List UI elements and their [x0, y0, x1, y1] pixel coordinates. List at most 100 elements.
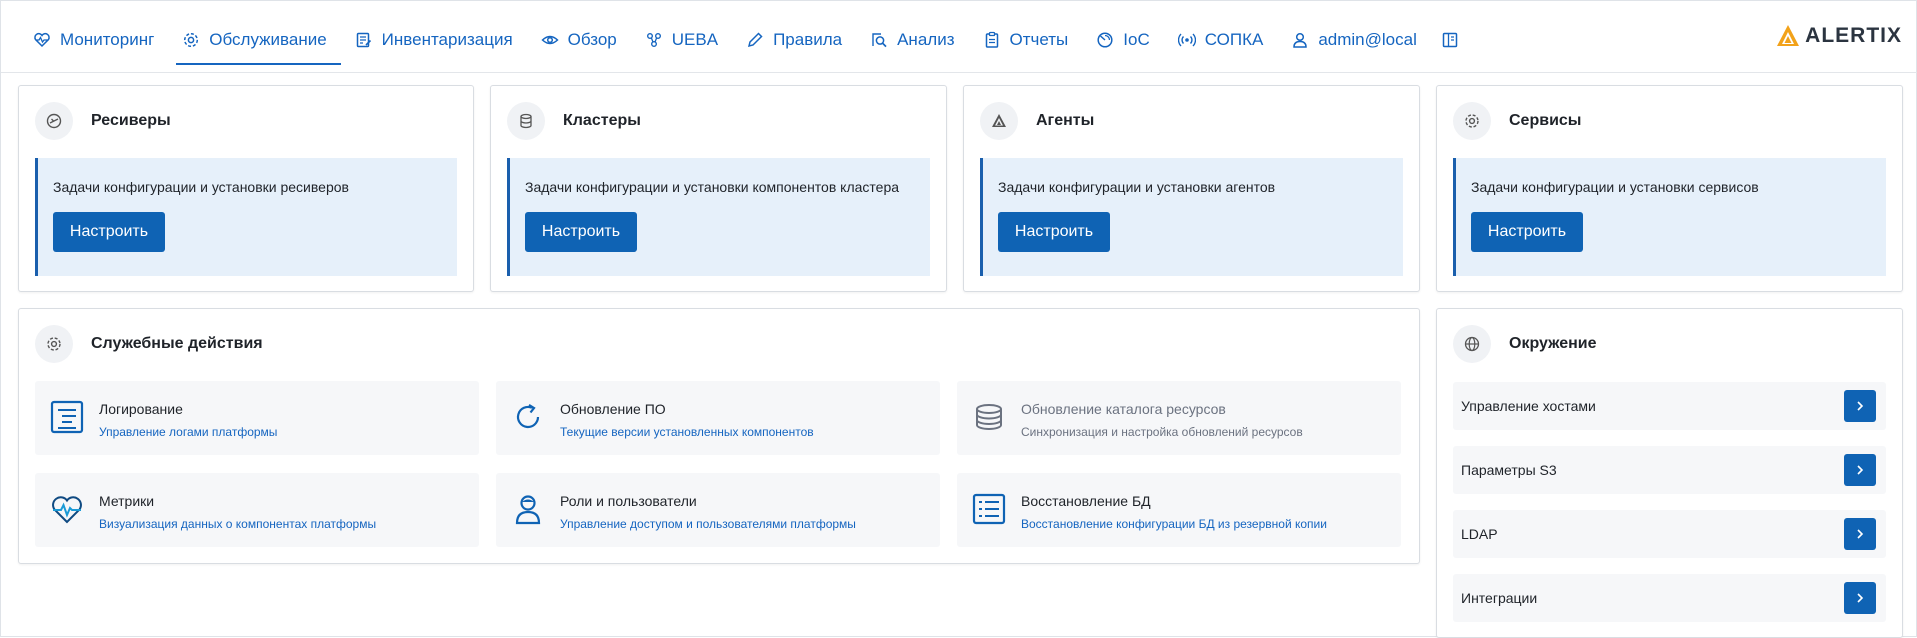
- edit-list-icon: [355, 31, 373, 49]
- configure-services-button[interactable]: Настроить: [1471, 212, 1583, 252]
- service-item-subtitle: Синхронизация и настройка обновлений рес…: [1021, 425, 1303, 439]
- card-header: Сервисы: [1453, 102, 1581, 140]
- service-item-subtitle: Текущие версии установленных компонентов: [560, 425, 814, 439]
- nav-item-rules[interactable]: Правила: [732, 23, 856, 57]
- service-item-roles-users[interactable]: Роли и пользователи Управление доступом …: [496, 473, 940, 547]
- env-item-ldap[interactable]: LDAP: [1453, 510, 1886, 558]
- card-description: Задачи конфигурации и установки компонен…: [525, 179, 900, 195]
- clipboard-icon: [983, 31, 1001, 49]
- nav-item-user[interactable]: admin@local: [1277, 23, 1431, 57]
- user-icon: [1291, 31, 1309, 49]
- nav-item-maintenance[interactable]: Обслуживание: [168, 23, 342, 65]
- card-title: Агенты: [1036, 112, 1095, 129]
- service-item-subtitle: Управление доступом и пользователями пла…: [560, 517, 856, 531]
- card-header: Служебные действия: [35, 325, 263, 363]
- env-item-s3-params[interactable]: Параметры S3: [1453, 446, 1886, 494]
- service-item-title: Обновление каталога ресурсов: [1021, 401, 1226, 417]
- service-item-db-restore[interactable]: Восстановление БД Восстановление конфигу…: [957, 473, 1401, 547]
- nav-label: UEBA: [671, 30, 719, 49]
- nav-label: IoC: [1123, 30, 1150, 49]
- pencil-icon: [746, 31, 764, 49]
- chevron-right-icon[interactable]: [1844, 582, 1876, 614]
- card-receivers: Ресиверы Задачи конфигурации и установки…: [18, 85, 474, 292]
- nav-label: Обзор: [567, 30, 617, 49]
- configure-receivers-button[interactable]: Настроить: [53, 212, 165, 252]
- card-title: Сервисы: [1509, 112, 1582, 129]
- chevron-right-icon[interactable]: [1844, 390, 1876, 422]
- refresh-icon: [510, 399, 546, 435]
- chevron-right-icon[interactable]: [1844, 518, 1876, 550]
- database-icon: [971, 399, 1007, 435]
- service-item-metrics[interactable]: Метрики Визуализация данных о компонента…: [35, 473, 479, 547]
- list-icon: [971, 491, 1007, 527]
- environment-panel: Окружение Управление хостами Параметры S…: [1436, 308, 1903, 638]
- card-title: Кластеры: [563, 112, 641, 129]
- receiver-icon: [35, 102, 73, 140]
- nav-item-overview[interactable]: Обзор: [527, 23, 631, 57]
- gear-icon: [1453, 102, 1491, 140]
- service-item-subtitle: Восстановление конфигурации БД из резерв…: [1021, 517, 1327, 531]
- users-network-icon: [645, 31, 663, 49]
- nav-list: Мониторинг Обслуживание Инвентаризация О…: [19, 23, 1478, 65]
- card-description: Задачи конфигурации и установки агентов: [998, 179, 1276, 195]
- log-icon: [49, 399, 85, 435]
- nav-label: Анализ: [897, 30, 955, 49]
- gear-icon: [35, 325, 73, 363]
- agent-icon: [980, 102, 1018, 140]
- panel-title: Окружение: [1509, 335, 1597, 352]
- nav-item-inventory[interactable]: Инвентаризация: [341, 23, 527, 57]
- broadcast-icon: [1177, 31, 1196, 49]
- service-item-title: Метрики: [99, 493, 155, 509]
- card-info: Задачи конфигурации и установки компонен…: [507, 158, 930, 276]
- configure-agents-button[interactable]: Настроить: [998, 212, 1110, 252]
- env-item-label: Параметры S3: [1461, 462, 1557, 478]
- panel-title: Служебные действия: [91, 335, 263, 352]
- user-icon: [510, 491, 546, 527]
- service-item-software-update[interactable]: Обновление ПО Текущие версии установленн…: [496, 381, 940, 455]
- service-item-logging[interactable]: Логирование Управление логами платформы: [35, 381, 479, 455]
- card-description: Задачи конфигурации и установки сервисов: [1471, 179, 1759, 195]
- env-item-integrations[interactable]: Интеграции: [1453, 574, 1886, 622]
- book-icon: [1441, 31, 1459, 49]
- card-info: Задачи конфигурации и установки агентов …: [980, 158, 1403, 276]
- globe-icon: [1453, 325, 1491, 363]
- card-description: Задачи конфигурации и установки ресиверо…: [53, 179, 349, 195]
- nav-label: Отчеты: [1009, 30, 1069, 49]
- card-agents: Агенты Задачи конфигурации и установки а…: [963, 85, 1420, 292]
- chevron-right-icon[interactable]: [1844, 454, 1876, 486]
- nav-item-monitoring[interactable]: Мониторинг: [19, 23, 168, 57]
- nav-item-ueba[interactable]: UEBA: [631, 23, 732, 57]
- gear-icon: [182, 31, 200, 49]
- heart-pulse-icon: [33, 31, 51, 49]
- env-item-label: Интеграции: [1461, 590, 1538, 606]
- configure-clusters-button[interactable]: Настроить: [525, 212, 637, 252]
- nav-item-analysis[interactable]: Анализ: [856, 23, 968, 57]
- service-item-title: Восстановление БД: [1021, 493, 1151, 509]
- env-item-host-management[interactable]: Управление хостами: [1453, 382, 1886, 430]
- top-navigation: Мониторинг Обслуживание Инвентаризация О…: [1, 1, 1917, 73]
- nav-item-sopka[interactable]: СОПКА: [1164, 23, 1278, 57]
- nav-label: Мониторинг: [60, 30, 155, 49]
- brand-logo: ALERTIX: [1775, 23, 1902, 49]
- card-info: Задачи конфигурации и установки ресиверо…: [35, 158, 457, 276]
- nav-item-ioc[interactable]: IoC: [1082, 23, 1163, 57]
- service-actions-panel: Служебные действия Логирование Управлени…: [18, 308, 1420, 564]
- card-header: Кластеры: [507, 102, 641, 140]
- service-item-subtitle: Визуализация данных о компонентах платфо…: [99, 517, 377, 531]
- nav-label: Инвентаризация: [381, 30, 513, 49]
- search-doc-icon: [870, 31, 888, 49]
- card-header: Ресиверы: [35, 102, 171, 140]
- radar-icon: [1096, 31, 1114, 49]
- service-item-catalog-update[interactable]: Обновление каталога ресурсов Синхронизац…: [957, 381, 1401, 455]
- service-item-title: Логирование: [99, 401, 183, 417]
- service-item-subtitle: Управление логами платформы: [99, 425, 278, 439]
- nav-label: СОПКА: [1204, 30, 1264, 49]
- card-services: Сервисы Задачи конфигурации и установки …: [1436, 85, 1903, 292]
- nav-item-docs[interactable]: [1431, 23, 1478, 57]
- database-icon: [507, 102, 545, 140]
- service-item-title: Обновление ПО: [560, 401, 666, 417]
- nav-item-reports[interactable]: Отчеты: [969, 23, 1083, 57]
- nav-label: admin@local: [1318, 30, 1417, 49]
- card-clusters: Кластеры Задачи конфигурации и установки…: [490, 85, 947, 292]
- service-item-title: Роли и пользователи: [560, 493, 697, 509]
